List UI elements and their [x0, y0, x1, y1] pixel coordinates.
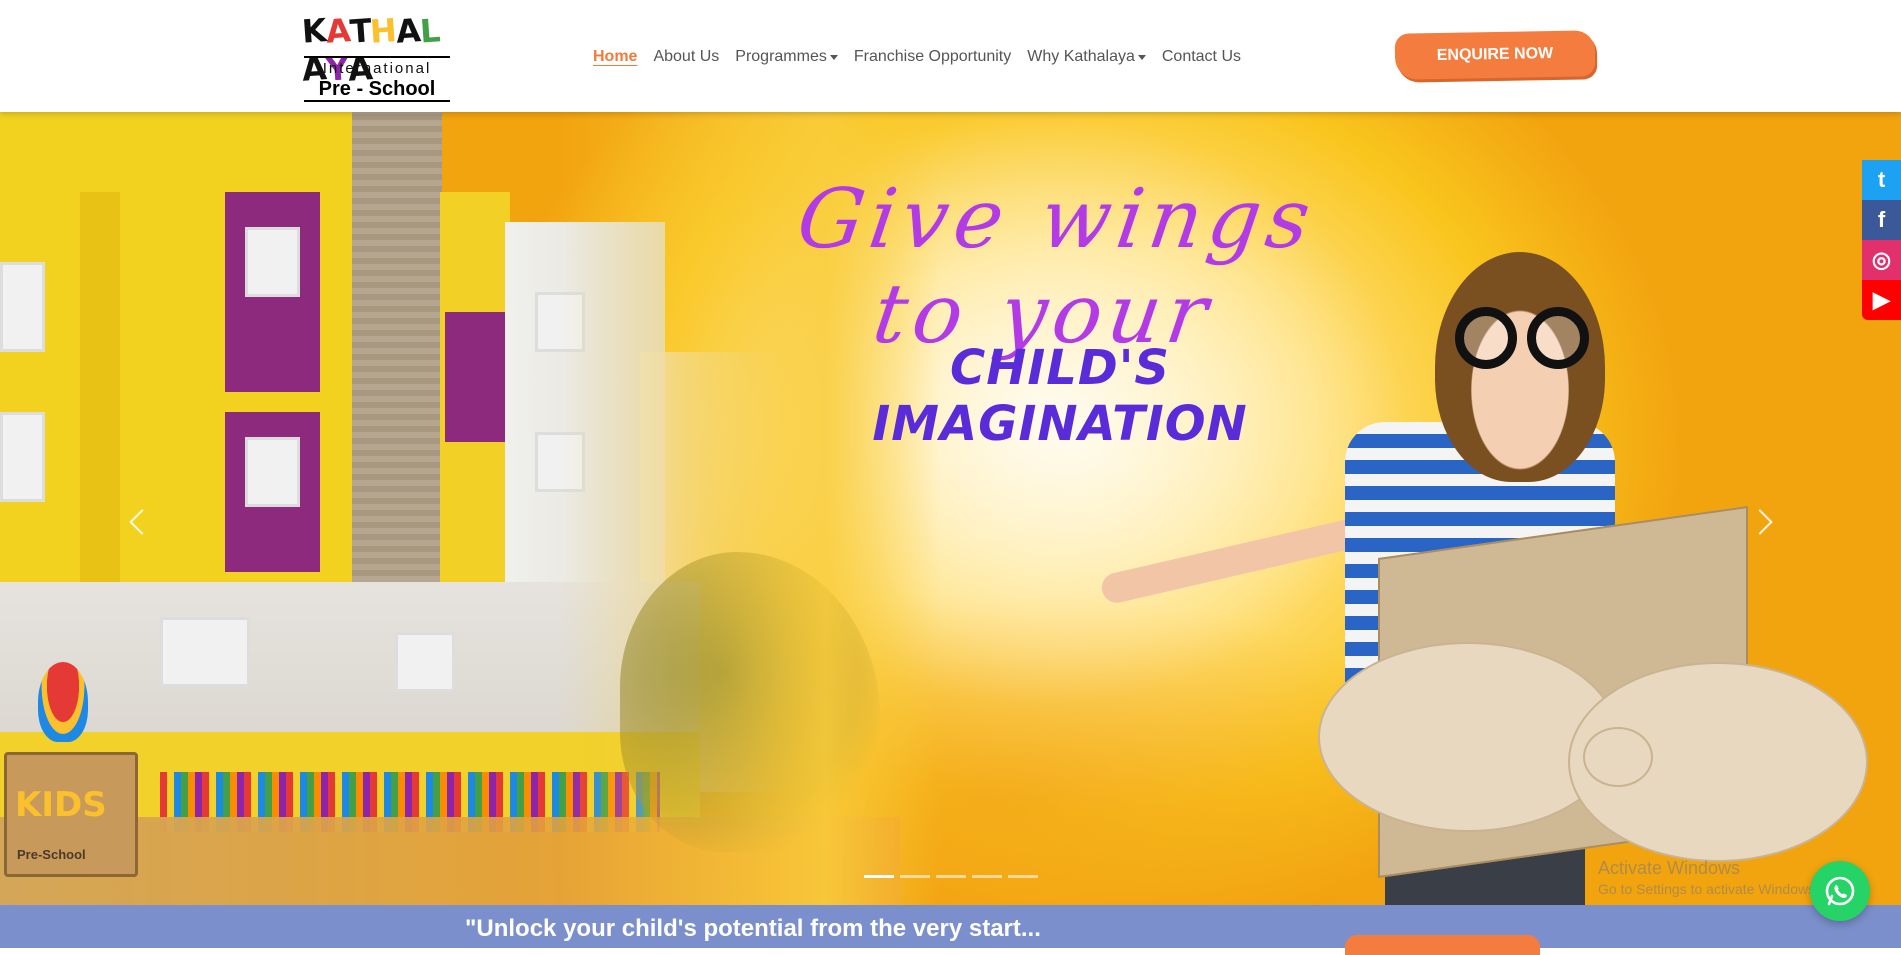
- nav-why-kathalaya-label: Why Kathalaya: [1027, 48, 1135, 65]
- nav-about-us[interactable]: About Us: [653, 48, 719, 66]
- nav-home-label: Home: [593, 48, 638, 65]
- building-window: [245, 227, 300, 297]
- nav-why-kathalaya[interactable]: Why Kathalaya: [1027, 48, 1146, 66]
- nav-contact-us[interactable]: Contact Us: [1162, 48, 1241, 66]
- carousel-indicator[interactable]: [972, 875, 1002, 878]
- building-window: [160, 617, 250, 687]
- logo-international: International: [322, 60, 432, 77]
- twitter-icon[interactable]: t: [1862, 160, 1901, 200]
- nav-contact-us-label: Contact Us: [1161, 48, 1241, 65]
- carousel-indicator[interactable]: [864, 875, 894, 878]
- main-nav: Home About Us Programmes Franchise Oppor…: [593, 45, 1257, 69]
- site-logo[interactable]: KATHALAYA International Pre - School: [300, 11, 452, 102]
- logo-kids-wordmark: KATHALAYA: [300, 11, 441, 89]
- enquire-now-button[interactable]: ENQUIRE NOW: [1394, 30, 1596, 80]
- tagline-band: "Unlock your child's potential from the …: [0, 905, 1901, 955]
- whatsapp-button[interactable]: [1810, 861, 1870, 921]
- carousel-prev-button[interactable]: [122, 492, 162, 552]
- building-window: [0, 262, 45, 352]
- tagline-button[interactable]: [1345, 935, 1540, 955]
- instagram-icon[interactable]: ◎: [1862, 240, 1901, 280]
- hero-headline-bold: CHILD'S IMAGINATION: [872, 340, 1248, 452]
- carousel-indicator[interactable]: [1008, 875, 1038, 878]
- activate-windows-title: Activate Windows: [1598, 858, 1741, 878]
- hero-carousel: KIDS Pre-School Give wings to your CHILD…: [0, 112, 1901, 905]
- logo-divider-bottom: [304, 100, 450, 102]
- activate-windows-subtitle: Go to Settings to activate Windows.: [1598, 881, 1819, 897]
- carousel-indicator[interactable]: [936, 875, 966, 878]
- tagline-text: "Unlock your child's potential from the …: [465, 915, 1041, 942]
- caret-down-icon: [829, 54, 838, 60]
- building-window: [245, 437, 300, 507]
- nav-franchise-opportunity[interactable]: Franchise Opportunity: [854, 48, 1011, 66]
- building-window: [0, 412, 45, 502]
- nav-home[interactable]: Home: [593, 48, 637, 66]
- logo-divider: [304, 56, 450, 58]
- social-sidebar: t f ◎ ▶: [1862, 160, 1901, 320]
- youtube-icon[interactable]: ▶: [1862, 280, 1901, 320]
- child-aviator: [1435, 252, 1605, 482]
- goggle-lens: [1455, 307, 1517, 369]
- logo-preschool: Pre - School: [318, 78, 436, 100]
- site-header: KATHALAYA International Pre - School Hom…: [0, 0, 1901, 112]
- caret-down-icon: [1137, 54, 1146, 60]
- building-purple-panel: [445, 312, 505, 442]
- facebook-icon[interactable]: f: [1862, 200, 1901, 240]
- plane-propeller-hub: [1583, 727, 1653, 787]
- nav-about-us-label: About Us: [653, 48, 720, 65]
- nav-programmes[interactable]: Programmes: [735, 48, 838, 66]
- building-window: [395, 632, 455, 692]
- signboard-preschool: Pre-School: [17, 847, 86, 862]
- nav-franchise-label: Franchise Opportunity: [853, 48, 1012, 65]
- chevron-left-icon: [129, 509, 155, 535]
- carousel-indicators: [864, 875, 1038, 878]
- cardboard-plane: [1318, 505, 1878, 905]
- school-signboard: KIDS Pre-School: [4, 752, 138, 877]
- hero-headline-script: Give wings to your: [791, 172, 1322, 362]
- whatsapp-icon: [1825, 876, 1855, 906]
- carousel-next-button[interactable]: [1740, 492, 1780, 552]
- activate-windows-watermark: Activate Windows Go to Settings to activ…: [1598, 858, 1819, 897]
- nav-programmes-label: Programmes: [735, 48, 827, 65]
- signboard-kids: KIDS: [15, 785, 107, 825]
- parrot-statue: [38, 662, 88, 742]
- carousel-indicator[interactable]: [900, 875, 930, 878]
- chevron-right-icon: [1747, 509, 1773, 535]
- goggle-lens: [1527, 307, 1589, 369]
